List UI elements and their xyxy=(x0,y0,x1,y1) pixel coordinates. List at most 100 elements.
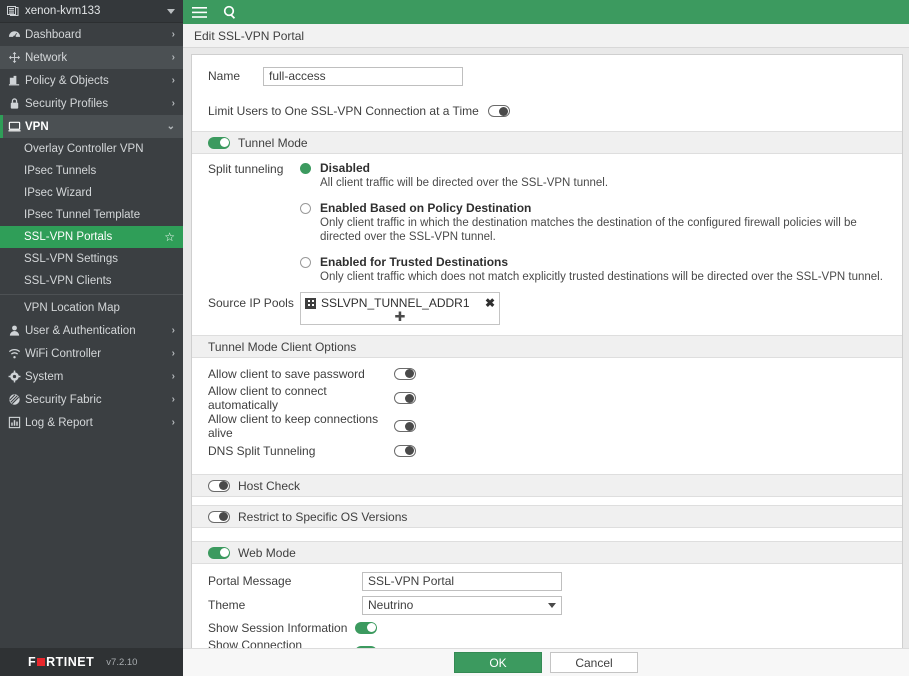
sidebar-item-label: System xyxy=(25,370,64,383)
wifi-icon xyxy=(8,347,25,360)
chevron-down-icon[interactable] xyxy=(167,8,175,14)
sidebar-item-label: WiFi Controller xyxy=(25,347,102,360)
edit-portal-form: Name Limit Users to One SSL-VPN Connecti… xyxy=(191,54,903,648)
content-area: Name Limit Users to One SSL-VPN Connecti… xyxy=(183,48,909,648)
search-icon[interactable] xyxy=(223,5,237,19)
limit-users-row: Limit Users to One SSL-VPN Connection at… xyxy=(192,97,902,125)
sidebar-item-wifi-controller[interactable]: WiFi Controller › xyxy=(0,342,183,365)
sidebar-subitem-ipsec-wizard[interactable]: IPsec Wizard xyxy=(0,182,183,204)
limit-users-toggle[interactable] xyxy=(487,105,510,117)
page-title: Edit SSL-VPN Portal xyxy=(194,28,305,43)
sidebar-item-system[interactable]: System › xyxy=(0,365,183,388)
host-selector[interactable]: xenon-kvm133 xyxy=(0,0,183,23)
portal-message-input[interactable] xyxy=(362,571,562,591)
theme-value: Neutrino xyxy=(368,598,414,612)
source-ip-pools-label: Source IP Pools xyxy=(208,296,294,310)
chevron-right-icon: › xyxy=(171,74,175,86)
sidebar-subitem-label: Overlay Controller VPN xyxy=(24,143,144,155)
sidebar-subitem-label: SSL-VPN Clients xyxy=(24,275,112,287)
client-options-label: Tunnel Mode Client Options xyxy=(208,339,357,354)
portal-message-row: Portal Message xyxy=(192,569,902,593)
show-session-information-toggle[interactable] xyxy=(355,621,377,634)
host-check-section-header: Host Check xyxy=(192,474,902,497)
theme-select[interactable]: Neutrino xyxy=(362,595,562,615)
restrict-os-toggle[interactable] xyxy=(208,510,230,523)
sidebar-item-security-profiles[interactable]: Security Profiles › xyxy=(0,92,183,115)
tag-item: SSLVPN_TUNNEL_ADDR1 ✖ xyxy=(305,296,495,310)
remove-tag-icon[interactable]: ✖ xyxy=(481,296,495,310)
add-tag-icon[interactable]: ✚ xyxy=(305,310,495,323)
allow-keep-connections-alive-toggle[interactable] xyxy=(394,420,416,432)
sidebar-item-label: VPN xyxy=(25,120,49,133)
chevron-right-icon: › xyxy=(171,416,175,428)
dns-split-tunneling-toggle[interactable] xyxy=(394,444,416,457)
ok-button[interactable]: OK xyxy=(454,652,542,673)
source-ip-pools-tagbox[interactable]: SSLVPN_TUNNEL_ADDR1 ✖ ✚ xyxy=(300,292,500,325)
split-tunneling-group: Split tunneling Disabled All client traf… xyxy=(192,154,902,290)
chevron-down-icon xyxy=(548,602,556,608)
chevron-right-icon: › xyxy=(171,393,175,405)
sidebar-item-security-fabric[interactable]: Security Fabric › xyxy=(0,388,183,411)
sidebar-item-dashboard[interactable]: Dashboard › xyxy=(0,23,183,46)
radio-unselected-icon[interactable] xyxy=(300,257,311,268)
cancel-button[interactable]: Cancel xyxy=(550,652,638,673)
sidebar-item-label: Policy & Objects xyxy=(25,74,109,87)
allow-save-password-toggle[interactable] xyxy=(394,367,416,380)
sidebar-item-policy-objects[interactable]: Policy & Objects › xyxy=(0,69,183,92)
sidebar-item-vpn[interactable]: VPN ⌄ xyxy=(0,115,183,138)
allow-connect-automatically-toggle[interactable] xyxy=(394,392,416,404)
dns-split-tunneling-row: DNS Split Tunneling xyxy=(192,440,902,461)
split-tunneling-option-disabled[interactable]: Disabled All client traffic will be dire… xyxy=(300,161,886,190)
theme-label: Theme xyxy=(208,598,246,612)
sidebar-item-network[interactable]: Network › xyxy=(0,46,183,69)
client-options-section-header: Tunnel Mode Client Options xyxy=(192,335,902,358)
sidebar-subitem-ipsec-tunnel-template[interactable]: IPsec Tunnel Template xyxy=(0,204,183,226)
option-description: Only client traffic in which the destina… xyxy=(320,217,857,243)
sidebar-item-label: Dashboard xyxy=(25,28,82,41)
hamburger-menu-icon[interactable] xyxy=(192,6,207,19)
portal-message-label: Portal Message xyxy=(208,574,292,588)
radio-selected-icon[interactable] xyxy=(300,163,311,174)
version-label: v7.2.10 xyxy=(106,656,138,668)
sidebar-item-user-authentication[interactable]: User & Authentication › xyxy=(0,319,183,342)
host-check-toggle[interactable] xyxy=(208,479,230,492)
allow-connect-automatically-label: Allow client to connect automatically xyxy=(208,384,327,412)
fabric-icon xyxy=(8,393,25,406)
option-description: All client traffic will be directed over… xyxy=(320,177,609,189)
name-input[interactable] xyxy=(263,66,463,86)
brand-text-post: RTINET xyxy=(46,655,95,669)
allow-keep-connections-alive-row: Allow client to keep connections alive xyxy=(192,412,902,440)
name-row: Name xyxy=(192,63,902,89)
tunnel-mode-toggle[interactable] xyxy=(208,136,230,149)
policy-icon xyxy=(8,74,25,87)
sidebar-subitem-ipsec-tunnels[interactable]: IPsec Tunnels xyxy=(0,160,183,182)
favorite-star-icon[interactable]: ☆ xyxy=(164,230,175,244)
show-connection-launcher-label: Show Connection Launcher xyxy=(208,638,303,648)
theme-row: Theme Neutrino xyxy=(192,593,902,617)
sidebar-item-label: Network xyxy=(25,51,68,64)
sidebar-item-log-report[interactable]: Log & Report › xyxy=(0,411,183,434)
sidebar-subitem-label: SSL-VPN Settings xyxy=(24,253,118,265)
address-object-icon xyxy=(305,297,316,309)
show-session-information-label: Show Session Information xyxy=(208,620,348,635)
user-icon xyxy=(8,324,25,337)
sidebar-subitem-ssl-vpn-portals[interactable]: SSL-VPN Portals ☆ xyxy=(0,226,183,248)
allow-connect-automatically-row: Allow client to connect automatically xyxy=(192,384,902,412)
sidebar-subitem-ssl-vpn-settings[interactable]: SSL-VPN Settings xyxy=(0,248,183,270)
monitor-icon xyxy=(8,120,25,133)
host-check-label: Host Check xyxy=(238,478,301,493)
web-mode-toggle[interactable] xyxy=(208,546,230,559)
sidebar-subitem-vpn-location-map[interactable]: VPN Location Map xyxy=(0,297,183,319)
restrict-os-section-header: Restrict to Specific OS Versions xyxy=(192,505,902,528)
sidebar-subitem-label: VPN Location Map xyxy=(24,302,120,314)
sidebar-subitem-overlay-controller-vpn[interactable]: Overlay Controller VPN xyxy=(0,138,183,160)
tag-label: SSLVPN_TUNNEL_ADDR1 xyxy=(321,296,470,310)
sidebar-subitem-ssl-vpn-clients[interactable]: SSL-VPN Clients xyxy=(0,270,183,292)
sidebar-item-label: Log & Report xyxy=(25,416,93,429)
source-ip-pools-row: Source IP Pools SSLVPN_TUNNEL_ADDR1 ✖ ✚ xyxy=(192,290,902,325)
split-tunneling-option-policy-destination[interactable]: Enabled Based on Policy Destination Only… xyxy=(300,201,886,244)
tunnel-mode-section-header: Tunnel Mode xyxy=(192,131,902,154)
brand-mark-icon xyxy=(37,658,46,666)
radio-unselected-icon[interactable] xyxy=(300,203,311,214)
split-tunneling-option-trusted-destinations[interactable]: Enabled for Trusted Destinations Only cl… xyxy=(300,255,886,284)
